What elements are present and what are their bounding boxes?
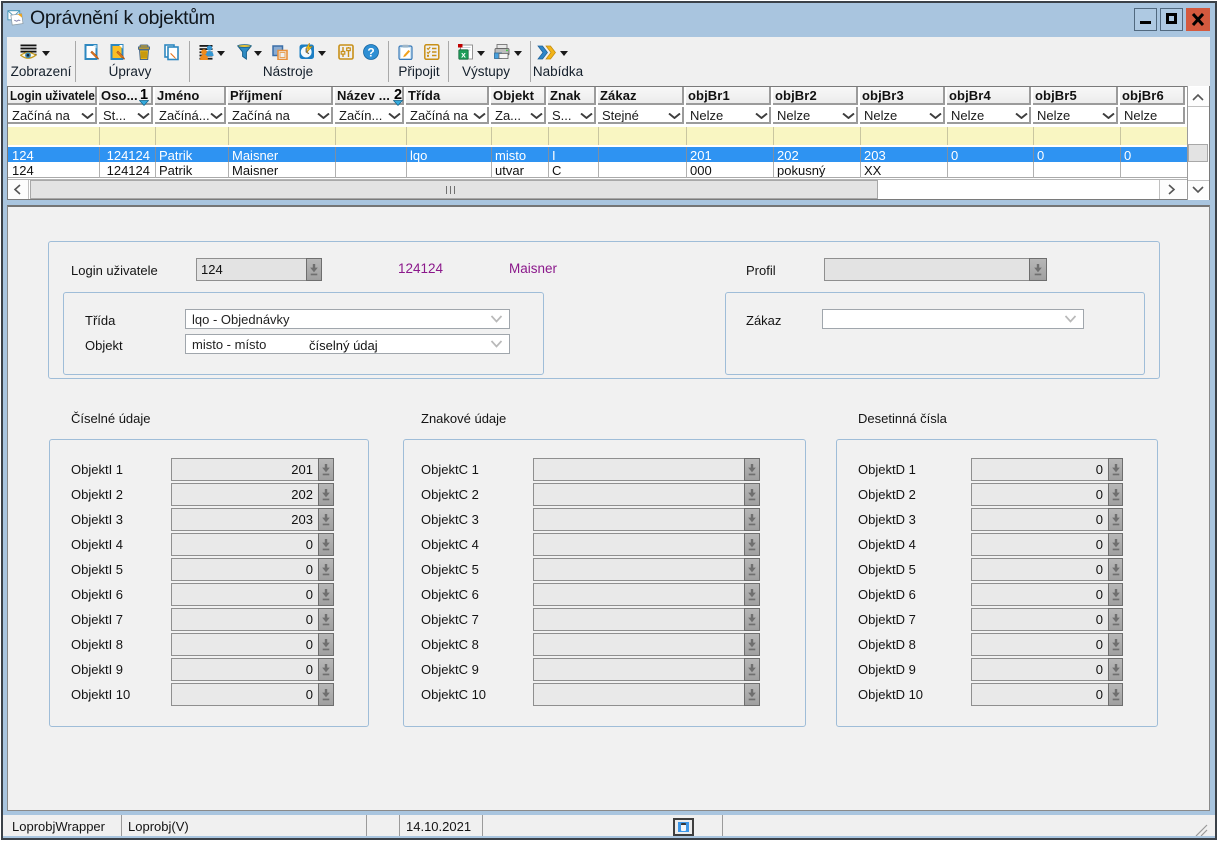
- svg-text:x: x: [461, 49, 466, 59]
- svg-text:?: ?: [367, 46, 374, 60]
